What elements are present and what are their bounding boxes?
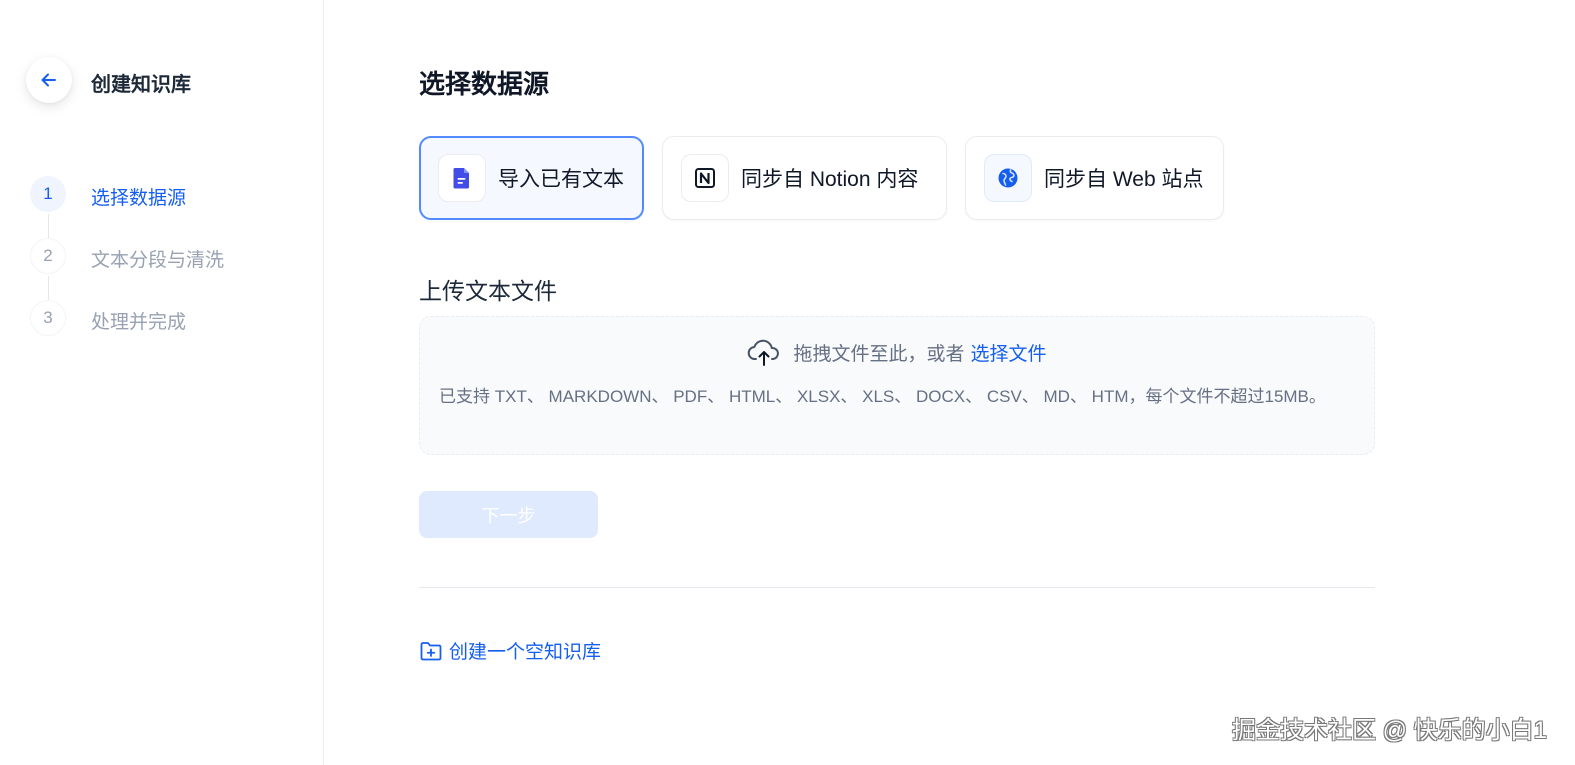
- source-card-notion[interactable]: 同步自 Notion 内容: [662, 136, 947, 220]
- folder-plus-icon: [420, 641, 442, 660]
- notion-icon: [681, 154, 729, 202]
- step-label: 文本分段与清洗: [91, 250, 225, 271]
- dropzone-text: 拖拽文件至此，或者: [793, 343, 965, 365]
- sidebar-title: 创建知识库: [91, 74, 191, 96]
- upload-section-title: 上传文本文件: [419, 278, 557, 304]
- step-select-source: 1 选择数据源: [30, 176, 224, 238]
- file-dropzone[interactable]: 拖拽文件至此，或者 选择文件 已支持 TXT、 MARKDOWN、 PDF、 H…: [419, 316, 1375, 455]
- create-empty-knowledge-link[interactable]: 创建一个空知识库: [419, 637, 601, 664]
- source-card-import-text[interactable]: 导入已有文本: [419, 136, 644, 220]
- sidebar: 创建知识库 1 选择数据源 2 文本分段与清洗 3 处理并完成: [0, 0, 324, 765]
- step-number: 3: [30, 300, 66, 336]
- data-source-options: 导入已有文本 同步自 Notion 内容 同步自 Web 站点: [419, 136, 1224, 220]
- source-card-web[interactable]: 同步自 Web 站点: [965, 136, 1224, 220]
- step-label: 选择数据源: [91, 188, 187, 209]
- step-segment-clean: 2 文本分段与清洗: [30, 238, 224, 300]
- dropzone-prompt: 拖拽文件至此，或者 选择文件: [420, 337, 1374, 367]
- create-empty-label: 创建一个空知识库: [449, 642, 602, 663]
- divider: [419, 587, 1375, 588]
- supported-formats-tip: 已支持 TXT、 MARKDOWN、 PDF、 HTML、 XLSX、 XLS、…: [439, 387, 1326, 406]
- arrow-left-icon: [41, 73, 56, 87]
- step-process-finish: 3 处理并完成: [30, 300, 224, 362]
- globe-icon: [984, 154, 1032, 202]
- app-root: 创建知识库 1 选择数据源 2 文本分段与清洗 3 处理并完成 选择数据源 导入…: [0, 0, 1575, 765]
- step-label: 处理并完成: [91, 312, 187, 333]
- document-icon: [438, 154, 486, 202]
- select-file-link[interactable]: 选择文件: [971, 339, 1047, 366]
- main-content: 选择数据源 导入已有文本 同步自 Notion 内容 同步自 Web 站点 上传…: [419, 0, 1375, 765]
- next-step-button[interactable]: 下一步: [419, 491, 598, 538]
- step-connector: [47, 276, 49, 300]
- step-number: 1: [30, 176, 66, 212]
- watermark: 掘金技术社区 @ 快乐的小白1: [1231, 717, 1547, 744]
- step-list: 1 选择数据源 2 文本分段与清洗 3 处理并完成: [30, 176, 224, 362]
- cloud-upload-icon: [748, 339, 780, 366]
- back-button[interactable]: [26, 57, 72, 103]
- source-label: 同步自 Web 站点: [1044, 168, 1204, 191]
- step-connector: [47, 214, 49, 238]
- step-number: 2: [30, 238, 66, 274]
- page-title: 选择数据源: [419, 69, 550, 99]
- source-label: 同步自 Notion 内容: [741, 168, 919, 191]
- source-label: 导入已有文本: [498, 168, 624, 191]
